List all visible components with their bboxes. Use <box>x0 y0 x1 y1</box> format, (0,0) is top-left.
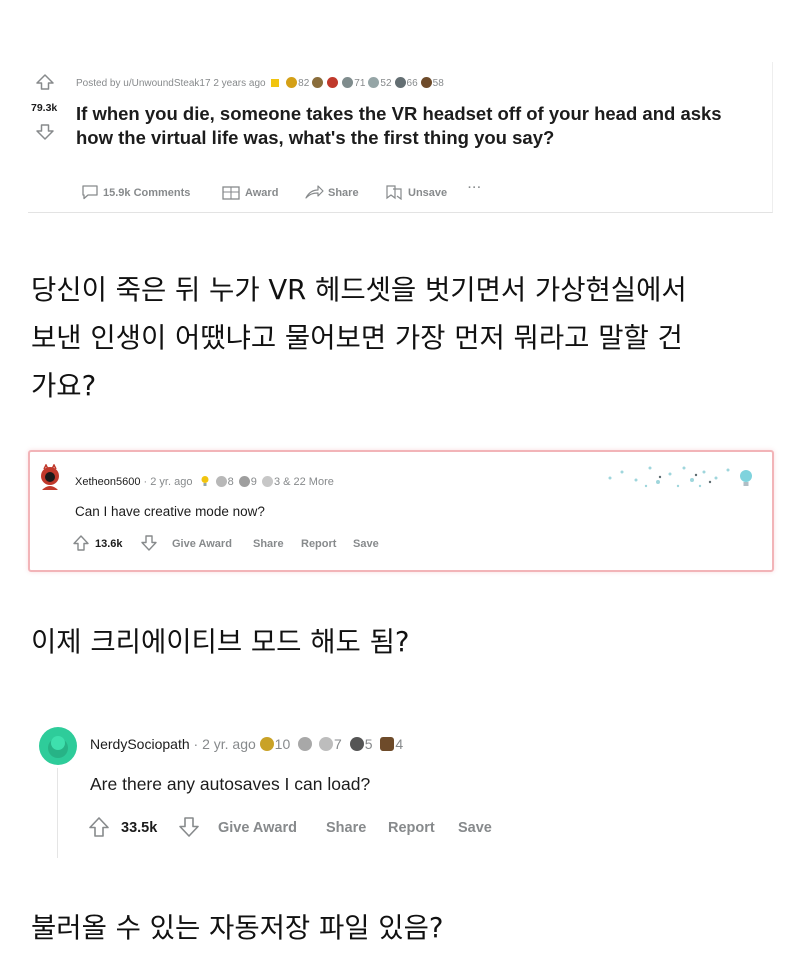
comment-username[interactable]: Xetheon5600 <box>75 476 140 488</box>
comment-score: 13.6k <box>95 538 123 550</box>
comment-awards: 8 9 3 & 22 More <box>200 476 334 488</box>
coin-award-icon <box>394 77 406 88</box>
award-count: 71 <box>354 78 366 89</box>
award-count: 5 <box>364 736 373 752</box>
post-title-line2: how the virtual life was, what's the fir… <box>76 127 555 148</box>
report-button[interactable]: Report <box>388 820 435 836</box>
translation-comment-1: 이제 크리에이티브 모드 해도 됨? <box>31 626 410 658</box>
award-count: 82 <box>298 78 310 89</box>
post-title[interactable]: If when you die, someone takes the VR he… <box>76 102 766 150</box>
award-count: 8 <box>227 476 234 488</box>
save-button[interactable]: Save <box>458 820 492 836</box>
mind-blown-award-icon <box>319 737 334 751</box>
laughing-award-icon <box>342 77 354 88</box>
bear-award-icon <box>420 77 432 88</box>
wholesome-award-icon <box>259 737 274 751</box>
bear-award-icon <box>380 737 395 751</box>
wholesome-award-icon <box>286 77 298 88</box>
award-count: 3 & 22 More <box>273 476 334 488</box>
comments-label: 15.9k Comments <box>103 187 191 199</box>
award-count: 66 <box>406 78 418 89</box>
report-button[interactable]: Report <box>301 538 336 550</box>
upvote-arrow-icon <box>73 535 89 551</box>
downvote-arrow-icon <box>179 817 199 837</box>
comment-body: Can I have creative mode now? <box>75 504 265 519</box>
hugz-award-icon <box>327 77 339 88</box>
avatar-snoo-icon <box>39 727 77 765</box>
more-options-button[interactable]: ··· <box>468 182 482 194</box>
unsave-button[interactable]: Unsave <box>384 184 447 200</box>
wholesome-award-icon <box>215 476 227 487</box>
avatar-character-icon <box>41 464 59 490</box>
post-awards: 82 71 52 66 58 <box>286 77 444 89</box>
comment-card-2: NerdySociopath · 2 yr. ago 10 7 5 4 Are … <box>30 712 772 862</box>
avatar[interactable] <box>36 464 64 494</box>
gift-icon <box>222 186 240 200</box>
give-award-button[interactable]: Give Award <box>218 820 297 836</box>
comment-downvote-button[interactable] <box>178 816 200 838</box>
comment-score: 33.5k <box>121 820 158 836</box>
post-card: 79.3k Posted by u/UnwoundSteak17 2 years… <box>28 62 773 213</box>
comment-bubble-icon <box>82 185 98 200</box>
comment-awards: 10 7 5 4 <box>259 736 404 752</box>
comment-upvote-button[interactable] <box>88 816 110 838</box>
upvote-arrow-icon <box>36 74 54 90</box>
comment-username[interactable]: NerdySociopath <box>90 736 190 752</box>
give-award-button[interactable]: Give Award <box>172 538 232 550</box>
upvote-arrow-icon <box>89 817 109 837</box>
lightbulb-icon <box>201 476 208 486</box>
comment-time: · 2 yr. ago <box>193 736 256 752</box>
share-button[interactable]: Share <box>304 184 359 200</box>
award-count: 58 <box>432 78 444 89</box>
post-score: 79.3k <box>31 102 58 114</box>
comments-button[interactable]: 15.9k Comments <box>81 184 190 200</box>
comment-card-1: Xetheon5600 · 2 yr. ago 8 9 3 & 22 More … <box>28 450 774 572</box>
share-button[interactable]: Share <box>253 538 284 550</box>
post-title-line1: If when you die, someone takes the VR he… <box>76 103 722 124</box>
bookmark-icon <box>386 185 402 200</box>
avatar[interactable] <box>38 726 78 766</box>
award-label: Award <box>245 187 279 199</box>
mind-blown-award-icon <box>261 476 273 487</box>
downvote-button[interactable] <box>36 124 54 140</box>
post-meta: Posted by u/UnwoundSteak17 2 years ago 8… <box>76 77 444 89</box>
share-arrow-icon <box>305 185 324 199</box>
thread-line[interactable] <box>57 768 58 858</box>
translation1-line2: 보낸 인생이 어땠냐고 물어보면 가장 먼저 뭐라고 말할 건 <box>31 322 683 354</box>
laughing-award-icon <box>298 737 313 751</box>
award-count: 4 <box>395 736 404 752</box>
downvote-arrow-icon <box>141 535 157 551</box>
translation1-line1: 당신이 죽은 뒤 누가 VR 헤드셋을 벗기면서 가상현실에서 <box>31 274 687 306</box>
award-button[interactable]: Award <box>221 184 278 200</box>
posted-by[interactable]: Posted by u/UnwoundSteak17 2 years ago <box>76 78 266 89</box>
sparkle-icon <box>608 466 752 488</box>
award-count: 52 <box>380 78 392 89</box>
translation1-line3: 가요? <box>31 370 97 402</box>
mind-blown-award-icon <box>368 77 380 88</box>
upvote-button[interactable] <box>36 74 54 90</box>
comment-downvote-button[interactable] <box>140 534 158 552</box>
comment-body: Are there any autosaves I can load? <box>90 774 371 794</box>
helpful-award-icon <box>312 77 324 88</box>
flair-icon <box>271 79 280 87</box>
share-button[interactable]: Share <box>326 820 366 836</box>
unsave-label: Unsave <box>408 187 448 199</box>
comment-time: · 2 yr. ago <box>143 476 193 488</box>
award-animation-decoration <box>600 460 760 494</box>
coin-award-icon <box>349 737 364 751</box>
award-count: 9 <box>250 476 257 488</box>
award-count: 7 <box>334 736 342 752</box>
share-label: Share <box>328 187 359 199</box>
translation-post-title: 당신이 죽은 뒤 누가 VR 헤드셋을 벗기면서 가상현실에서 보낸 인생이 어… <box>31 266 687 410</box>
translation-comment-2: 불러올 수 있는 자동저장 파일 있음? <box>31 912 444 944</box>
comment-upvote-button[interactable] <box>72 534 90 552</box>
save-button[interactable]: Save <box>353 538 379 550</box>
award-count: 10 <box>274 736 291 752</box>
comment-meta: Xetheon5600 · 2 yr. ago 8 9 3 & 22 More <box>75 475 334 488</box>
comment-meta: NerdySociopath · 2 yr. ago 10 7 5 4 <box>90 736 403 752</box>
downvote-arrow-icon <box>36 124 54 140</box>
laughing-award-icon <box>238 476 250 487</box>
